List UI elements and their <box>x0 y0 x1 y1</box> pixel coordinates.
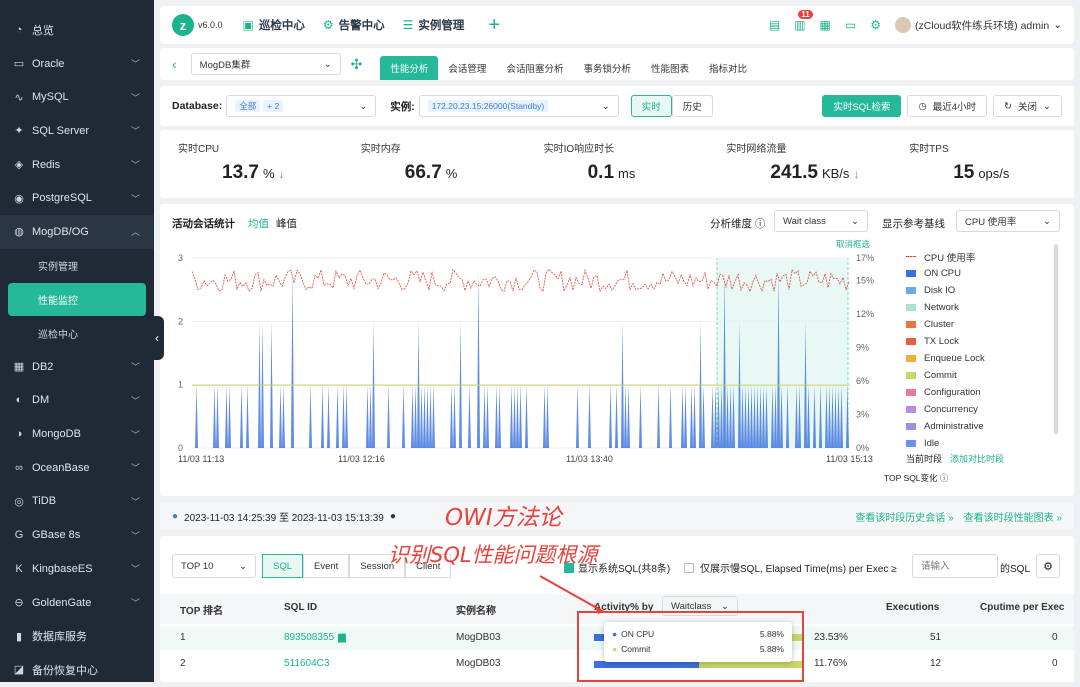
tooltip-label: ● Commit <box>612 643 651 654</box>
dot-icon: ● <box>612 643 618 654</box>
tooltip-row: ● ON CPU 5.88% <box>612 626 784 641</box>
dot-icon: ● <box>612 628 618 639</box>
collapse-sidebar-button[interactable]: ‹ <box>150 316 164 360</box>
activity-tooltip: ● ON CPU 5.88% ● Commit 5.88% <box>604 622 792 662</box>
tooltip-row: ● Commit 5.88% <box>612 641 784 656</box>
tooltip-label: ● ON CPU <box>612 628 655 639</box>
tooltip-value: 5.88% <box>759 628 784 639</box>
tooltip-value: 5.88% <box>759 643 784 654</box>
